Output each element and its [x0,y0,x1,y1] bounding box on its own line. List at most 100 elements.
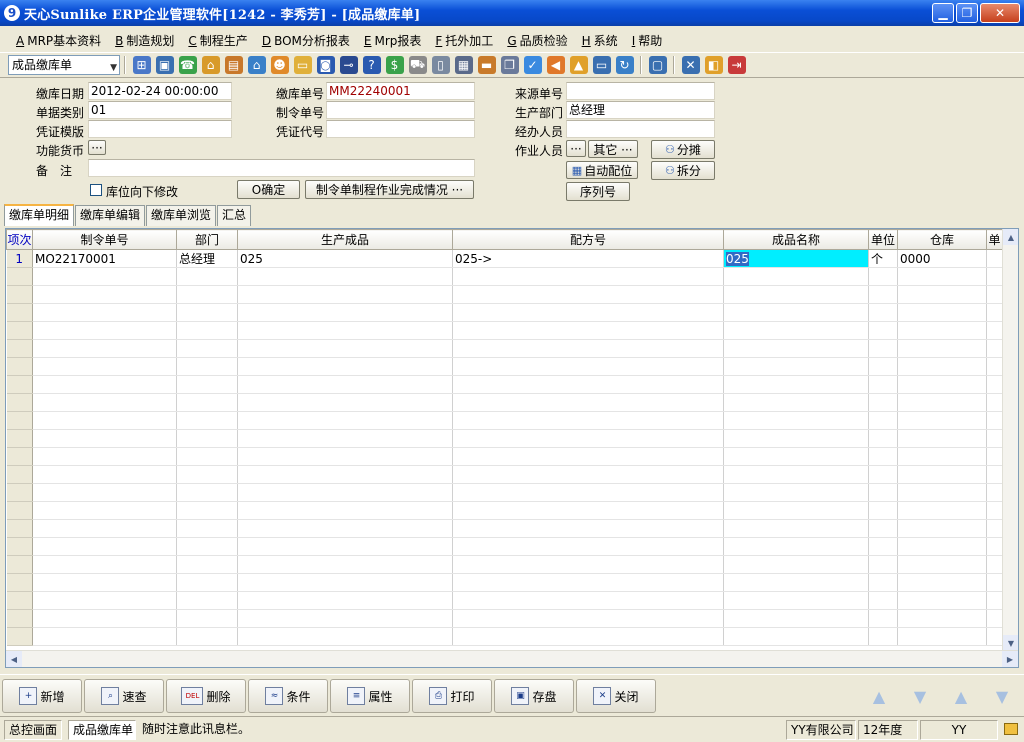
table-cell[interactable] [452,303,724,322]
table-cell[interactable] [32,375,177,394]
table-cell[interactable] [452,285,724,304]
column-header[interactable]: 配方号 [452,229,724,250]
table-row[interactable] [6,321,1003,340]
table-cell[interactable] [868,285,898,304]
scroll-right-icon[interactable]: ▶ [1002,651,1018,667]
table-cell[interactable] [868,609,898,628]
table-row[interactable] [6,357,1003,376]
column-header[interactable]: 生产成品 [237,229,453,250]
table-row[interactable] [6,375,1003,394]
table-cell[interactable] [723,483,869,502]
drawer-icon[interactable]: ▬ [477,56,496,74]
table-cell[interactable] [897,591,987,610]
table-cell[interactable] [897,357,987,376]
table-row[interactable] [6,483,1003,502]
table-cell[interactable] [897,573,987,592]
table-cell[interactable] [237,465,453,484]
status-current-tab[interactable]: 成品缴库单 [68,720,136,740]
location-checkbox[interactable] [90,184,102,196]
menu-item-6[interactable]: F 托外加工 [435,32,493,49]
voucher-code-field[interactable] [326,120,475,138]
table-cell[interactable] [237,285,453,304]
table-row[interactable] [6,393,1003,412]
table-cell[interactable] [176,627,238,646]
table-cell[interactable] [237,537,453,556]
table-cell[interactable] [32,465,177,484]
table-cell[interactable] [868,375,898,394]
table-cell[interactable] [452,429,724,448]
table-cell[interactable] [176,537,238,556]
table-cell[interactable] [723,627,869,646]
table-cell[interactable]: 025 [237,249,453,268]
row-number[interactable] [6,483,33,502]
table-cell[interactable] [237,447,453,466]
operator-picker-button[interactable]: ··· [566,140,586,157]
people-icon[interactable]: ☻ [270,56,289,74]
table-cell[interactable] [723,537,869,556]
table-cell[interactable] [897,537,987,556]
table-cell[interactable] [237,609,453,628]
dept-field[interactable]: 总经理 [566,101,715,119]
table-cell[interactable] [452,591,724,610]
table-cell[interactable] [176,321,238,340]
template-field[interactable] [88,120,232,138]
table-cell[interactable] [868,267,898,286]
delete-button[interactable]: DEL 删除 [166,679,246,713]
order-no-field[interactable] [326,101,475,119]
table-row[interactable] [6,465,1003,484]
briefcase-icon[interactable]: ▤ [224,56,243,74]
first-record-icon[interactable]: ▲ [860,679,898,713]
table-cell[interactable] [32,429,177,448]
row-number[interactable] [6,447,33,466]
table-cell[interactable] [452,411,724,430]
table-cell[interactable] [897,267,987,286]
row-number[interactable] [6,555,33,574]
table-row[interactable] [6,447,1003,466]
table-cell[interactable] [897,393,987,412]
book-icon[interactable]: ◙ [316,56,335,74]
table-cell[interactable] [868,627,898,646]
table-cell[interactable] [237,267,453,286]
row-number[interactable] [6,285,33,304]
table-cell[interactable] [868,321,898,340]
row-number[interactable] [6,537,33,556]
table-cell[interactable] [868,519,898,538]
currency-picker-button[interactable]: ··· [88,140,106,155]
table-cell[interactable] [237,411,453,430]
close-window-button[interactable]: ✕ [980,3,1020,23]
table-cell[interactable] [897,375,987,394]
table-row[interactable] [6,267,1003,286]
menu-item-9[interactable]: I 帮助 [632,32,663,49]
quick-search-button[interactable]: ⌕ 速查 [84,679,164,713]
column-header[interactable]: 单 [986,229,1003,250]
table-cell[interactable] [723,375,869,394]
split-button[interactable]: ⚇ 拆分 [651,161,715,180]
table-cell[interactable] [237,429,453,448]
table-cell[interactable] [986,267,1003,286]
table-cell[interactable] [176,555,238,574]
category-field[interactable]: 01 [88,101,232,119]
table-cell[interactable] [452,555,724,574]
table-cell[interactable] [237,519,453,538]
next-record-icon[interactable]: ▲ [942,679,980,713]
table-cell[interactable] [897,447,987,466]
table-row[interactable] [6,573,1003,592]
menu-item-2[interactable]: B 制造规划 [115,32,174,49]
table-cell[interactable] [723,465,869,484]
table-cell[interactable] [176,303,238,322]
table-cell[interactable] [986,375,1003,394]
table-cell[interactable] [452,393,724,412]
column-header[interactable]: 项次 [6,229,33,250]
tab-3[interactable]: 缴库单浏览 [146,205,217,226]
table-cell[interactable] [176,483,238,502]
table-row[interactable] [6,519,1003,538]
condition-button[interactable]: ≈ 条件 [248,679,328,713]
table-cell[interactable] [723,609,869,628]
table-cell[interactable] [176,393,238,412]
table-cell[interactable] [897,501,987,520]
menu-item-3[interactable]: C 制程生产 [188,32,247,49]
table-cell[interactable] [986,447,1003,466]
table-cell[interactable] [32,591,177,610]
table-cell[interactable] [986,537,1003,556]
horizontal-scrollbar[interactable]: ◀ ▶ [6,650,1018,667]
